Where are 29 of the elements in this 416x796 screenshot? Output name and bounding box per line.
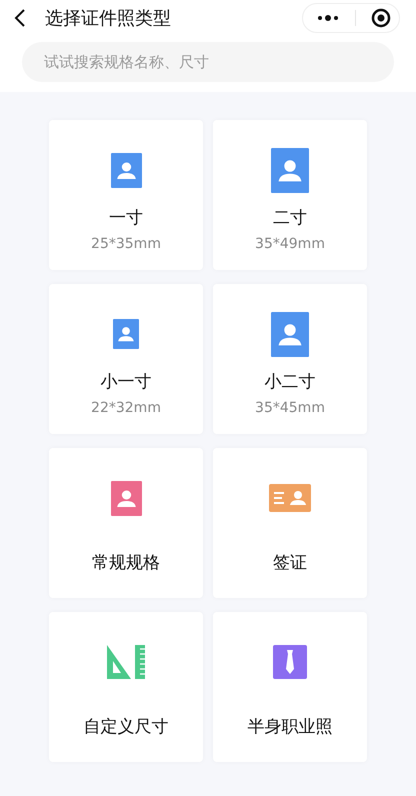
photo-type-card[interactable]: 签证 <box>213 448 367 598</box>
photo-type-card[interactable]: 半身职业照 <box>213 612 367 762</box>
more-icon[interactable] <box>317 15 339 21</box>
page-title: 选择证件照类型 <box>45 6 171 30</box>
card-dimensions: 35*49mm <box>255 235 325 253</box>
tie-icon <box>273 645 307 679</box>
photo-type-card[interactable]: 一寸 25*35mm <box>49 120 203 270</box>
photo-type-card[interactable]: 自定义尺寸 <box>49 612 203 762</box>
card-label: 半身职业照 <box>248 716 332 738</box>
search-field[interactable]: 试试搜索规格名称、尺寸 <box>22 42 394 82</box>
card-label: 自定义尺寸 <box>84 716 168 738</box>
card-label: 小二寸 <box>264 371 316 393</box>
card-label: 二寸 <box>273 207 307 229</box>
ruler-icon <box>107 645 145 679</box>
card-dimensions: 22*32mm <box>91 399 161 417</box>
photo-type-card[interactable]: 二寸 35*49mm <box>213 120 367 270</box>
card-label: 签证 <box>273 552 307 574</box>
photo-type-card[interactable]: 小一寸 22*32mm <box>49 284 203 434</box>
capsule-menu[interactable] <box>302 3 400 33</box>
photo-type-card[interactable]: 小二寸 35*45mm <box>213 284 367 434</box>
photo-type-card[interactable]: 常规规格 <box>49 448 203 598</box>
card-label: 一寸 <box>109 207 143 229</box>
back-icon[interactable] <box>14 9 26 27</box>
card-dimensions: 25*35mm <box>91 235 161 253</box>
close-icon[interactable] <box>371 8 391 28</box>
id-card-icon <box>269 484 311 512</box>
card-dimensions: 35*45mm <box>255 399 325 417</box>
card-label: 常规规格 <box>92 552 160 574</box>
card-label: 小一寸 <box>100 371 152 393</box>
